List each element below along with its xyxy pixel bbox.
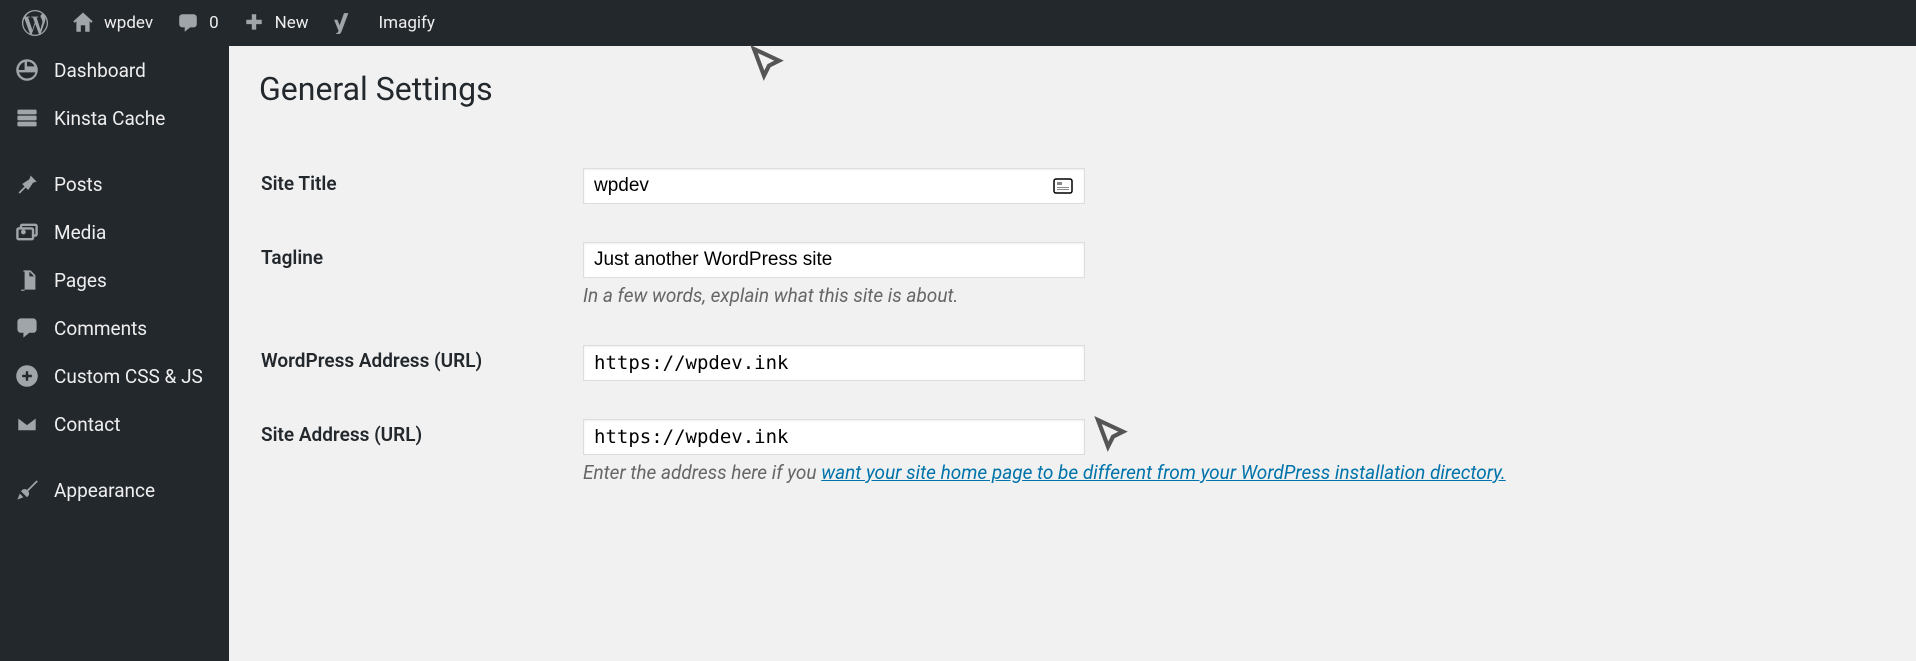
sidebar-item-label: Custom CSS & JS — [54, 365, 203, 388]
sidebar-item-label: Contact — [54, 413, 120, 436]
sidebar-item-pages[interactable]: Pages — [0, 256, 229, 304]
menu-separator — [0, 142, 229, 160]
imagify-label: Imagify — [379, 13, 435, 33]
pin-icon — [14, 171, 40, 197]
admin-toolbar: wpdev 0 New Imagify — [0, 0, 1916, 46]
dashboard-icon — [14, 57, 40, 83]
new-label: New — [275, 13, 309, 33]
sidebar-item-label: Kinsta Cache — [54, 107, 165, 130]
main-content: General Settings Site Title Tagline In a… — [229, 46, 1916, 661]
media-icon — [14, 219, 40, 245]
wp-url-label: WordPress Address (URL) — [261, 349, 482, 372]
sidebar-item-custom-css-js[interactable]: Custom CSS & JS — [0, 352, 229, 400]
admin-sidebar: Dashboard Kinsta Cache Posts Media Pages Comm… — [0, 46, 229, 661]
brush-icon — [14, 477, 40, 503]
sidebar-item-dashboard[interactable]: Dashboard — [0, 46, 229, 94]
wp-url-input[interactable] — [583, 345, 1085, 381]
comment-icon — [14, 315, 40, 341]
sidebar-item-label: Posts — [54, 173, 103, 196]
comments-menu[interactable]: 0 — [165, 0, 231, 46]
wp-logo-menu[interactable] — [10, 0, 60, 46]
site-name-menu[interactable]: wpdev — [60, 0, 165, 46]
imagify-menu[interactable]: Imagify — [367, 0, 447, 46]
sidebar-item-kinsta-cache[interactable]: Kinsta Cache — [0, 94, 229, 142]
new-content-menu[interactable]: New — [231, 0, 321, 46]
cursor-icon — [1093, 415, 1133, 455]
sidebar-item-media[interactable]: Media — [0, 208, 229, 256]
plus-circle-icon — [14, 363, 40, 389]
site-url-hint-link[interactable]: want your site home page to be different… — [821, 461, 1506, 484]
site-url-hint-text: Enter the address here if you — [583, 461, 821, 484]
tagline-input[interactable] — [583, 242, 1085, 278]
tagline-label: Tagline — [261, 246, 323, 269]
pages-icon — [14, 267, 40, 293]
tagline-hint: In a few words, explain what this site i… — [583, 284, 1874, 307]
cache-icon — [14, 105, 40, 131]
yoast-menu[interactable] — [321, 0, 367, 46]
sidebar-item-comments[interactable]: Comments — [0, 304, 229, 352]
sidebar-item-label: Media — [54, 221, 106, 244]
site-title-label: Site Title — [261, 172, 337, 195]
sidebar-item-label: Comments — [54, 317, 147, 340]
sidebar-item-appearance[interactable]: Appearance — [0, 466, 229, 514]
comments-count: 0 — [209, 13, 219, 33]
autofill-icon — [1053, 176, 1073, 196]
page-title: General Settings — [259, 70, 1886, 108]
envelope-icon — [14, 411, 40, 437]
site-url-label: Site Address (URL) — [261, 423, 422, 446]
site-url-hint: Enter the address here if you want your … — [583, 461, 1874, 484]
settings-form-table: Site Title Tagline In a few words, expla… — [259, 148, 1886, 504]
sidebar-item-contact[interactable]: Contact — [0, 400, 229, 448]
sidebar-item-label: Appearance — [54, 479, 155, 502]
sidebar-item-posts[interactable]: Posts — [0, 160, 229, 208]
sidebar-item-label: Dashboard — [54, 59, 146, 82]
sidebar-item-label: Pages — [54, 269, 107, 292]
site-title-input[interactable] — [583, 168, 1085, 204]
site-name-label: wpdev — [104, 13, 153, 33]
site-url-input[interactable] — [583, 419, 1085, 455]
menu-separator — [0, 448, 229, 466]
